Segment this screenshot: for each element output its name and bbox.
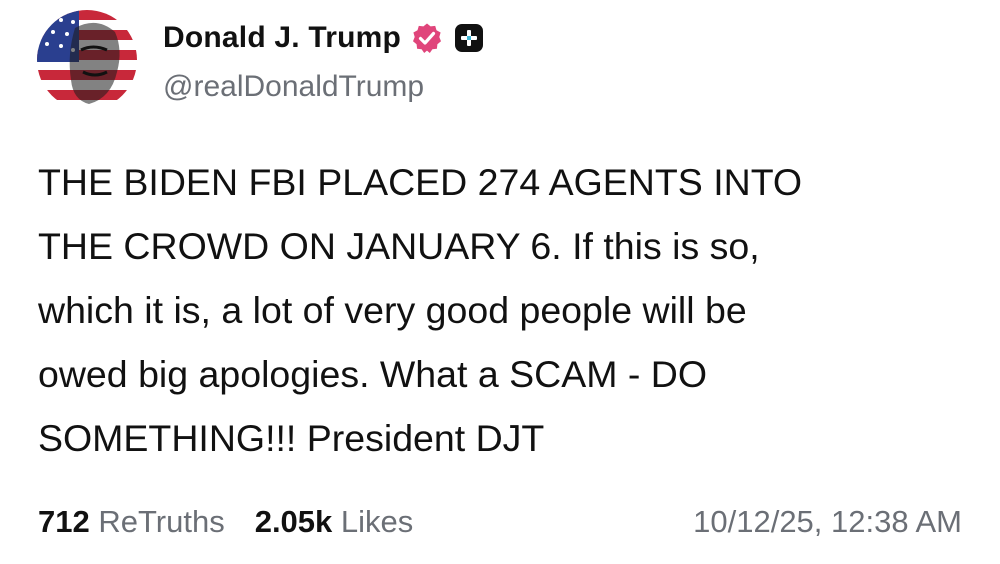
add-plus-icon[interactable] bbox=[453, 22, 485, 54]
author-handle[interactable]: @realDonaldTrump bbox=[163, 70, 424, 104]
post-stats: 712 ReTruths 2.05k Likes 10/12/25, 12:38… bbox=[38, 500, 962, 544]
retruths-stat[interactable]: 712 ReTruths bbox=[38, 504, 225, 540]
retruths-count: 712 bbox=[38, 504, 90, 539]
verified-badge-icon bbox=[411, 22, 443, 54]
retruths-label: ReTruths bbox=[98, 504, 225, 539]
likes-count: 2.05k bbox=[254, 504, 333, 539]
avatar-image bbox=[37, 10, 137, 110]
likes-stat[interactable]: 2.05k Likes bbox=[255, 504, 414, 540]
post-timestamp: 10/12/25, 12:38 AM bbox=[693, 504, 962, 539]
display-name[interactable]: Donald J. Trump bbox=[163, 21, 401, 55]
truth-post: Donald J. Trump @realDonaldTrump THE BID… bbox=[0, 0, 1000, 564]
post-text: THE BIDEN FBI PLACED 274 AGENTS INTO THE… bbox=[38, 161, 803, 459]
likes-label: Likes bbox=[340, 504, 414, 539]
author-row: Donald J. Trump bbox=[163, 18, 485, 58]
avatar[interactable] bbox=[37, 10, 137, 110]
